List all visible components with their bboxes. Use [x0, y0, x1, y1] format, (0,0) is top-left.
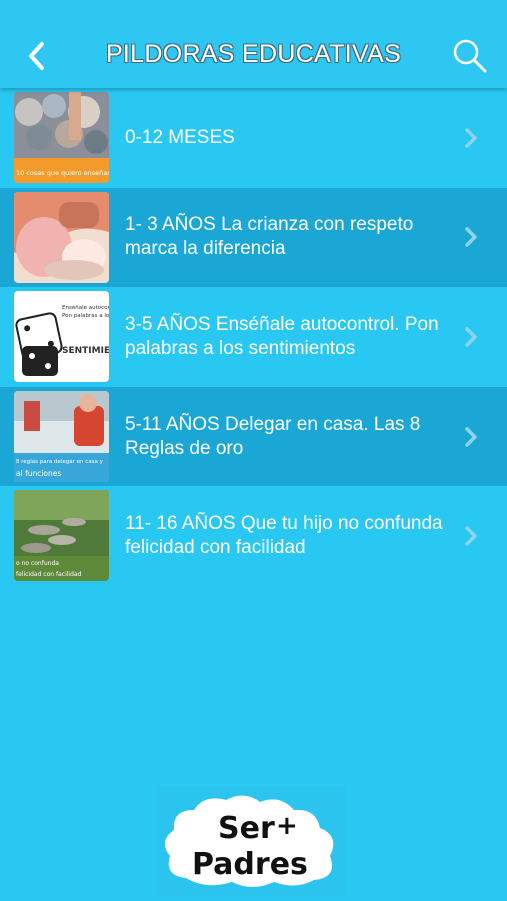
chevron-right-icon [465, 327, 477, 347]
chevron-right-icon [465, 526, 477, 546]
list-item[interactable]: o no confunda felicidad con facilidad 11… [0, 486, 507, 586]
back-button[interactable] [22, 38, 56, 74]
svg-text:al funciones: al funciones [16, 469, 61, 478]
chevron-left-icon [29, 42, 44, 70]
list-item[interactable]: 8 reglas para delegar en casa y al funci… [0, 386, 507, 487]
chevron-right-icon [465, 128, 477, 148]
svg-text:+: + [276, 811, 298, 841]
article-thumbnail: 8 reglas para delegar en casa y al funci… [14, 390, 109, 482]
search-icon [453, 39, 487, 73]
article-thumbnail: Enséñale autocontrol. Pon palabras a los… [14, 291, 109, 383]
chevron-right-icon [465, 227, 477, 248]
ser-padres-logo: Ser + Padres [156, 786, 346, 896]
svg-text:Padres: Padres [192, 847, 308, 882]
list-item[interactable]: Enséñale autocontrol. Pon palabras a los… [0, 287, 507, 387]
list-item-label: 3-5 AÑOS Enséñale autocontrol. Pon palab… [125, 313, 439, 359]
svg-text:felicidad con facilidad: felicidad con facilidad [16, 571, 82, 578]
list-item-label: 5-11 AÑOS Delegar en casa. Las 8 Reglas … [125, 413, 421, 459]
list-item-label: 11- 16 AÑOS Que tu hijo no confunda feli… [125, 513, 443, 559]
article-thumbnail [14, 191, 109, 283]
list-item-label: 0-12 MESES [125, 126, 235, 148]
article-thumbnail: o no confunda felicidad con facilidad [14, 490, 109, 582]
search-button[interactable] [450, 36, 490, 76]
chevron-right-icon [465, 426, 477, 447]
svg-text:Enséñale autocontrol.: Enséñale autocontrol. [62, 304, 109, 311]
list-item-label: 1- 3 AÑOS La crianza con respeto marca l… [125, 214, 414, 260]
article-list: 10 cosas que quiero enseñar a mis hijos … [0, 88, 507, 586]
svg-text:Ser: Ser [218, 811, 275, 846]
svg-text:10 cosas que quiero enseñar a: 10 cosas que quiero enseñar a mis hijos [16, 169, 109, 177]
svg-text:Pon palabras a los: Pon palabras a los [62, 313, 109, 319]
page-title: PILDORAS EDUCATIVAS [105, 40, 402, 68]
list-item[interactable]: 1- 3 AÑOS La crianza con respeto marca l… [0, 187, 507, 288]
app-header: PILDORAS EDUCATIVAS [0, 0, 507, 88]
svg-text:SENTIMIE: SENTIMIE [62, 346, 109, 356]
svg-text:o no confunda: o no confunda [16, 560, 59, 567]
article-thumbnail: 10 cosas que quiero enseñar a mis hijos [14, 92, 109, 183]
svg-text:8 reglas para delegar en casa: 8 reglas para delegar en casa y [16, 459, 104, 465]
list-item[interactable]: 10 cosas que quiero enseñar a mis hijos … [0, 88, 507, 188]
